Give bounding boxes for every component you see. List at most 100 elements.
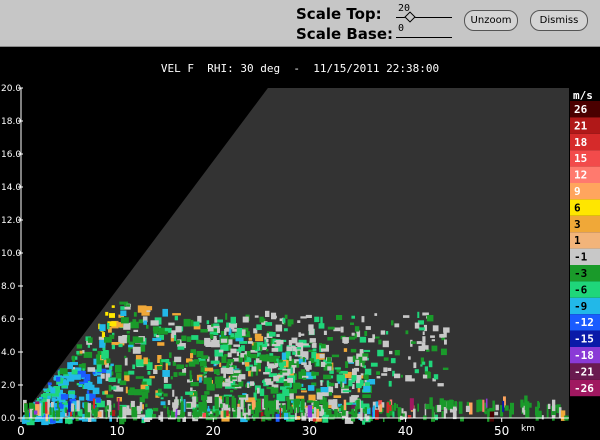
echo-cell (288, 340, 293, 346)
echo-cell (300, 369, 306, 373)
echo-cell (261, 344, 268, 348)
echo-cell (275, 324, 283, 332)
echo-cell (321, 409, 325, 415)
echo-cell (200, 329, 208, 333)
echo-cell (118, 343, 123, 348)
echo-cell (276, 334, 280, 337)
echo-cell (57, 400, 59, 409)
echo-cell (128, 370, 135, 375)
echo-cell (394, 323, 400, 328)
echo-cell (188, 361, 196, 367)
echo-cell (33, 410, 38, 415)
echo-cell (308, 324, 314, 331)
echo-cell (302, 357, 305, 362)
echo-cell (204, 367, 214, 372)
echo-cell (296, 383, 302, 388)
echo-cell (133, 312, 137, 317)
echo-cell (206, 383, 215, 391)
echo-cell (324, 401, 328, 412)
x-tick-label: 0 (17, 424, 25, 438)
echo-cell (401, 408, 404, 414)
echo-cell (124, 306, 131, 310)
echo-cell (210, 334, 214, 339)
echo-cell (136, 414, 145, 418)
echo-cell (416, 341, 422, 345)
echo-cell (199, 377, 202, 383)
x-axis-unit: km (521, 424, 535, 434)
echo-cell (290, 366, 293, 374)
echo-cell (321, 361, 326, 367)
echo-cell (292, 351, 296, 355)
echo-cell (365, 326, 371, 330)
y-axis: 0.0 2.0 4.0 6.0 8.0 10.0 12.0 14.0 16.0 18.0 20.0 (1, 84, 23, 424)
echo-cell (296, 361, 300, 368)
echo-cell (162, 308, 168, 317)
echo-cell (218, 349, 224, 353)
echo-cell (250, 371, 254, 377)
echo-cell (124, 355, 127, 359)
echo-cell (354, 326, 360, 332)
echo-cell (192, 396, 197, 408)
echo-cell (292, 367, 295, 374)
colorbar-label: -18 (574, 349, 594, 362)
echo-cell (281, 352, 286, 360)
echo-cell (386, 402, 390, 413)
echo-cell (263, 372, 270, 375)
echo-cell (342, 390, 352, 393)
echo-cell (392, 411, 395, 418)
echo-cell (241, 329, 246, 336)
echo-cell (145, 386, 150, 390)
echo-cell (177, 416, 181, 422)
echo-cell (351, 395, 359, 398)
echo-cell (243, 407, 246, 414)
echo-cell (270, 387, 279, 394)
echo-cell (175, 396, 178, 409)
echo-cell (103, 350, 109, 357)
echo-cell (277, 367, 283, 370)
echo-cell (312, 348, 317, 352)
echo-cell (485, 398, 488, 408)
echo-cell (410, 341, 416, 344)
echo-cell (352, 368, 357, 376)
y-tick-label: 10.0 (1, 249, 21, 259)
echo-cell (354, 333, 357, 339)
echo-cell (495, 404, 499, 411)
echo-cell (92, 348, 97, 351)
x-tick-label: 50 (494, 424, 509, 438)
echo-cell (82, 350, 85, 354)
echo-cell (289, 406, 293, 414)
echo-cell (334, 409, 338, 418)
echo-cell (320, 380, 323, 386)
echo-cell (173, 372, 178, 377)
echo-cell (105, 311, 109, 316)
echo-cell (301, 362, 307, 365)
echo-cell (286, 346, 292, 352)
echo-cell (323, 330, 327, 335)
echo-cell (63, 380, 69, 386)
velocity-colorbar: m/s26 21 18 15 12 9 6 3 1 -1 -3 -6 -9 -12 -15 -18 -21 -26 (570, 89, 600, 397)
echo-cell (437, 383, 444, 387)
echo-cell (289, 356, 292, 361)
echo-cell (316, 359, 320, 367)
echo-cell (103, 356, 106, 361)
echo-cell (104, 390, 108, 395)
echo-cell (223, 404, 229, 411)
echo-cell (386, 331, 389, 335)
echo-cell (376, 376, 381, 379)
echo-cell (181, 335, 187, 341)
echo-cell (213, 325, 220, 329)
echo-cell (465, 405, 470, 412)
echo-cell (179, 364, 185, 370)
echo-cell (259, 354, 266, 361)
echo-cell (264, 378, 271, 383)
echo-cell (223, 336, 229, 339)
echo-cell (189, 374, 193, 382)
echo-cell (302, 410, 305, 416)
echo-cell (126, 304, 131, 307)
echo-cell (170, 376, 173, 380)
echo-cell (165, 363, 168, 371)
echo-cell (489, 411, 494, 422)
echo-cell (217, 328, 220, 333)
echo-cell (443, 327, 450, 333)
echo-cell (169, 352, 172, 358)
